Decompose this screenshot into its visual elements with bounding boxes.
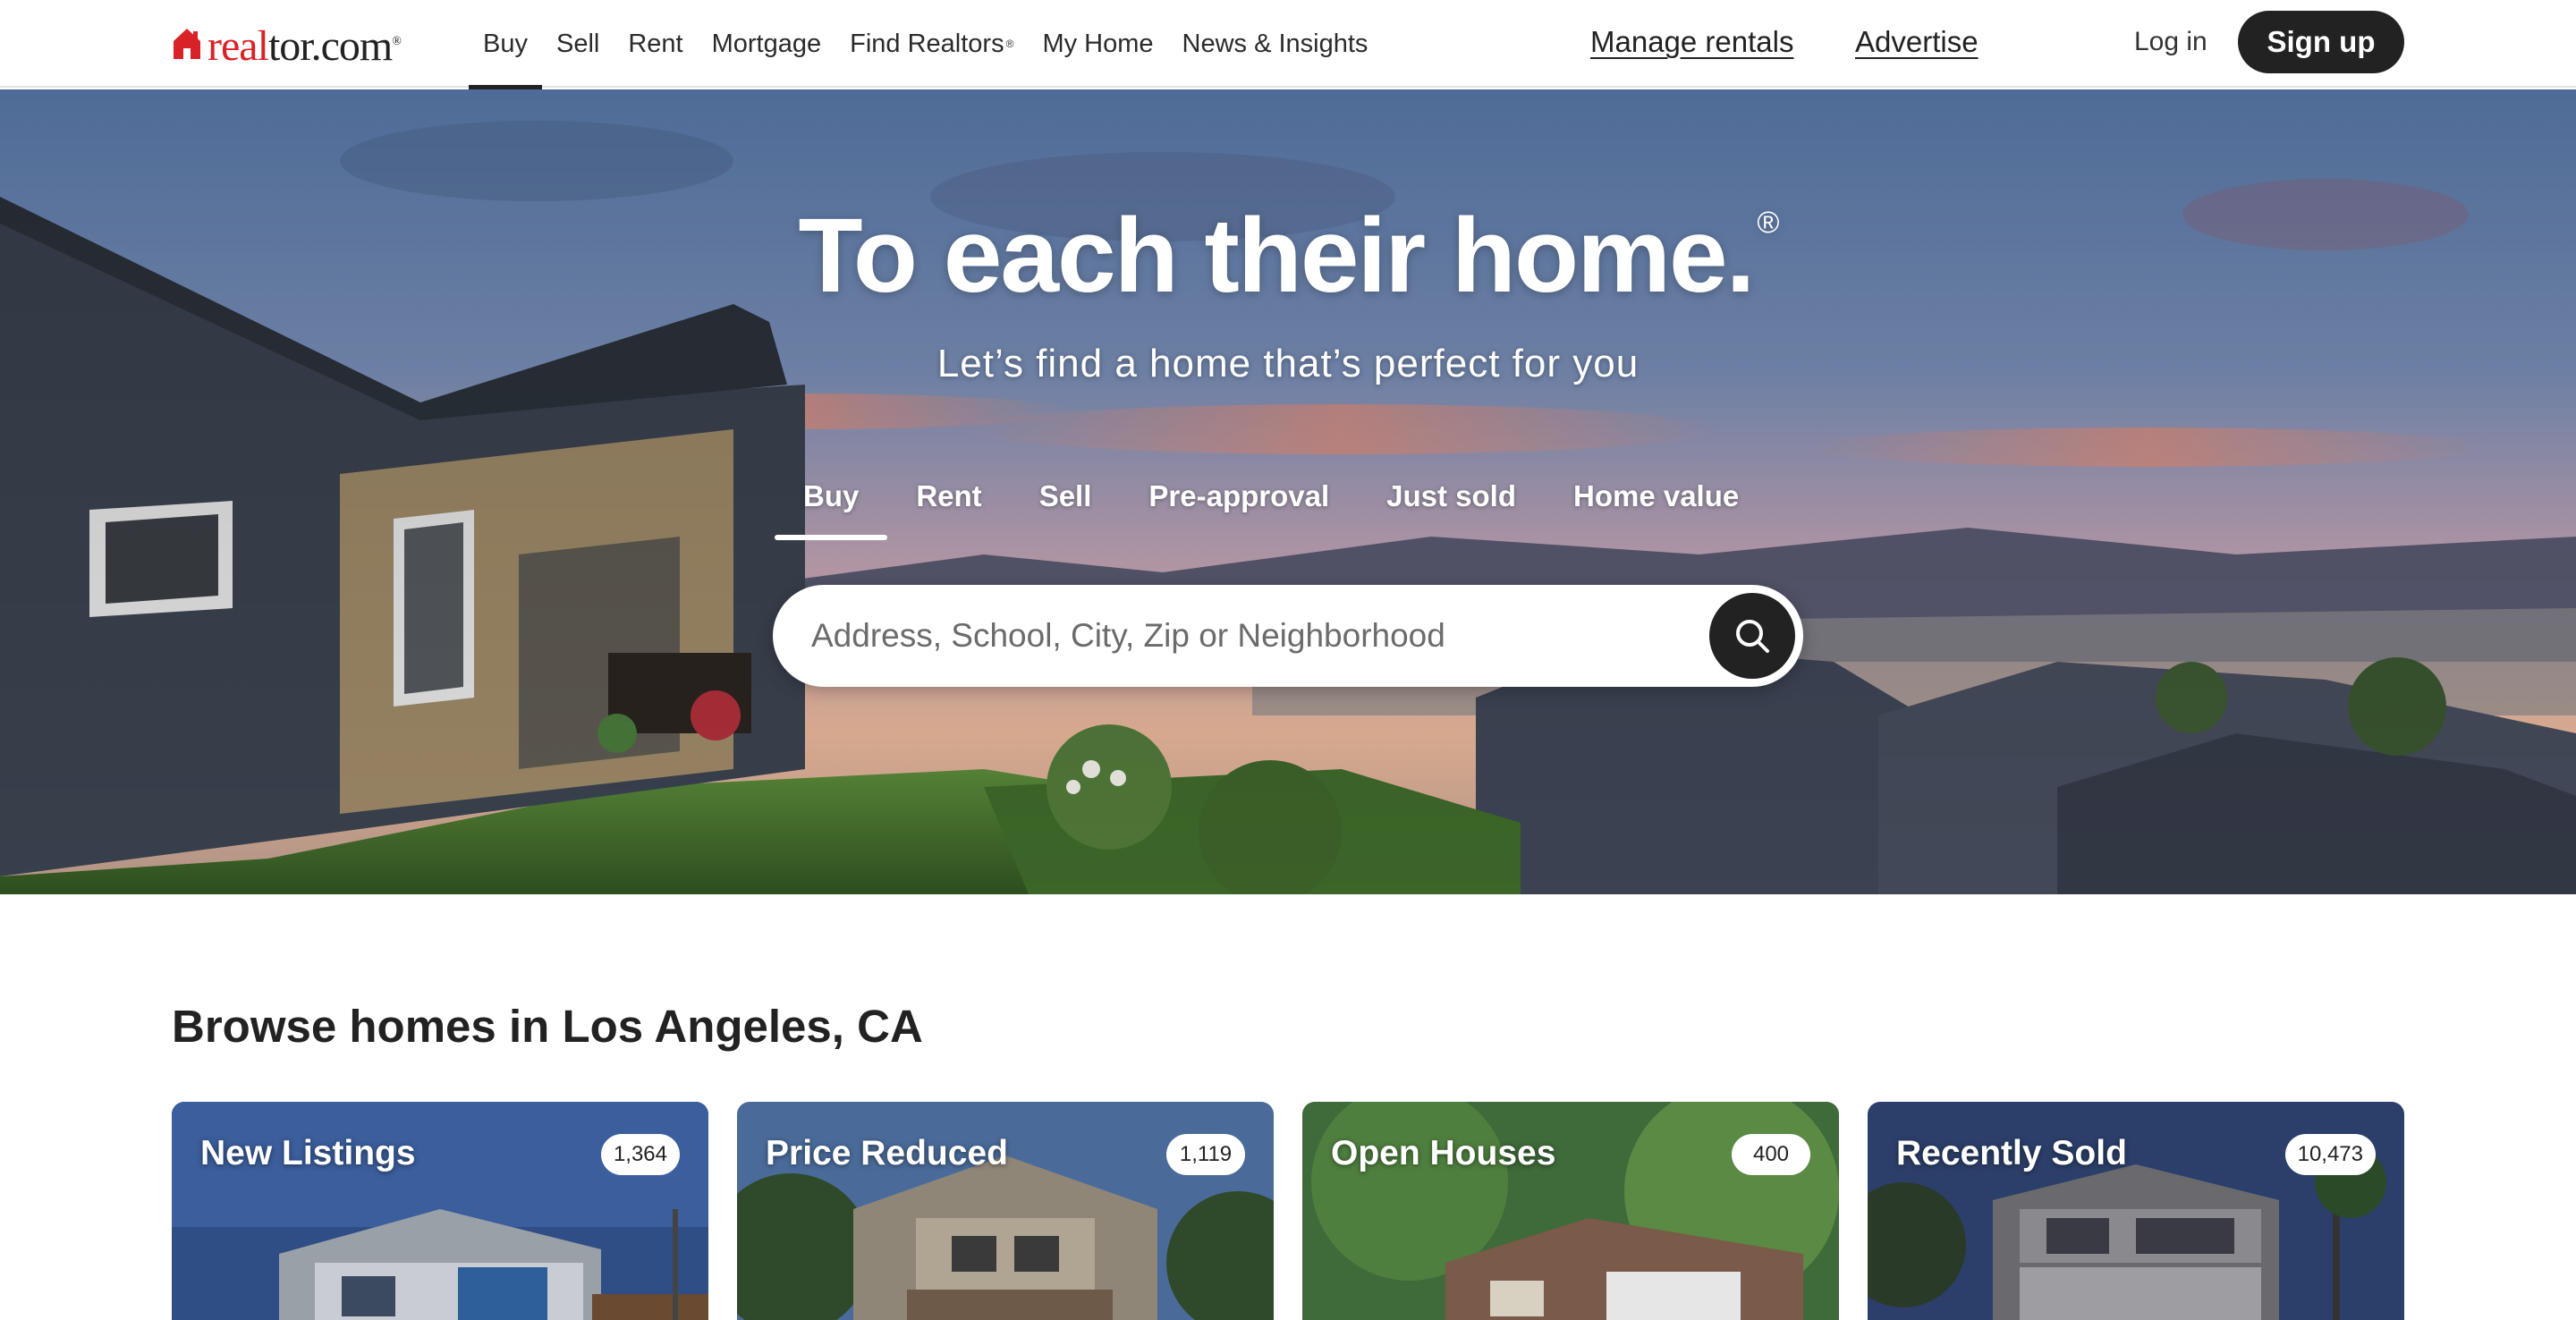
card-label: Open Houses: [1331, 1134, 1556, 1172]
hero-title: To each their home. ®: [0, 195, 2576, 317]
browse-section-title: Browse homes in Los Angeles, CA: [172, 1001, 923, 1052]
main-nav: Buy Sell Rent Mortgage Find Realtors ® My…: [469, 0, 1383, 89]
nav-rent[interactable]: Rent: [614, 0, 697, 88]
tab-pre-approval[interactable]: Pre-approval: [1120, 470, 1358, 540]
search-bar: [773, 585, 1803, 687]
tab-buy[interactable]: Buy: [775, 470, 888, 540]
registered-mark: ®: [1005, 38, 1014, 50]
card-label: New Listings: [200, 1134, 416, 1172]
tab-home-value[interactable]: Home value: [1545, 470, 1767, 540]
search-icon: [1736, 620, 1769, 653]
house-logo-icon: [174, 29, 200, 59]
hero-banner: To each their home. ® Let’s find a home t…: [0, 89, 2576, 894]
manage-rentals-link[interactable]: Manage rentals: [1590, 25, 1793, 59]
count-badge: 10,473: [2284, 1134, 2376, 1175]
card-price-reduced[interactable]: Price Reduced 1,119: [737, 1102, 1274, 1320]
search-tabs: Buy Rent Sell Pre-approval Just sold Hom…: [775, 470, 1767, 540]
search-button[interactable]: [1709, 593, 1795, 679]
realtor-logo[interactable]: realtor.com®: [172, 21, 402, 70]
hero-subtitle: Let’s find a home that’s perfect for you: [936, 342, 1640, 385]
hero-title-text: To each their home.: [798, 197, 1756, 315]
nav-my-home[interactable]: My Home: [1028, 0, 1167, 88]
nav-mortgage[interactable]: Mortgage: [698, 0, 836, 88]
count-badge: 1,119: [1166, 1134, 1245, 1175]
signup-button[interactable]: Sign up: [2238, 11, 2404, 73]
login-link[interactable]: Log in: [2134, 27, 2207, 57]
count-badge: 1,364: [600, 1134, 680, 1175]
logo-wordmark: realtor.com®: [208, 21, 402, 70]
advertise-link[interactable]: Advertise: [1855, 25, 1979, 59]
card-new-listings[interactable]: New Listings 1,364: [172, 1102, 708, 1320]
nav-find-realtors-label: Find Realtors: [850, 29, 1004, 58]
registered-mark: ®: [1757, 206, 1779, 240]
site-header: realtor.com® Buy Sell Rent Mortgage Find…: [0, 0, 2576, 89]
tab-rent[interactable]: Rent: [887, 470, 1010, 540]
count-badge: 400: [1732, 1134, 1810, 1175]
card-label: Recently Sold: [1896, 1134, 2127, 1172]
nav-news-insights[interactable]: News & Insights: [1168, 0, 1383, 88]
card-open-houses[interactable]: Open Houses 400: [1302, 1102, 1839, 1320]
card-label: Price Reduced: [766, 1134, 1008, 1172]
nav-find-realtors[interactable]: Find Realtors ®: [835, 0, 1028, 88]
search-input[interactable]: [775, 588, 1709, 684]
tab-just-sold[interactable]: Just sold: [1358, 470, 1545, 540]
nav-buy[interactable]: Buy: [469, 0, 542, 89]
tab-sell[interactable]: Sell: [1011, 470, 1121, 540]
nav-sell[interactable]: Sell: [542, 0, 614, 88]
browse-cards: New Listings 1,364 Price Reduced 1,119 O…: [172, 1102, 2406, 1320]
card-recently-sold[interactable]: Recently Sold 10,473: [1868, 1102, 2404, 1320]
